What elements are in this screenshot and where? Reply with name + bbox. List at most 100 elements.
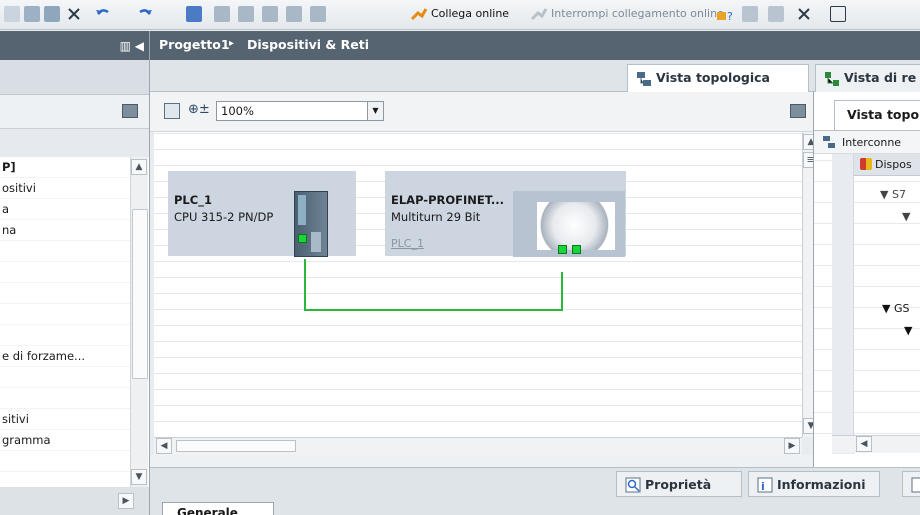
- project-tree-scrollbar[interactable]: ▲ ▼: [130, 157, 148, 487]
- module-icon[interactable]: [310, 6, 326, 22]
- canvas-toolbar: ⊕± 100% ▼: [150, 92, 813, 132]
- tab-topology-view[interactable]: Vista topologica: [627, 64, 809, 92]
- tree-node-label: S7: [891, 188, 906, 201]
- project-tree-item[interactable]: [0, 388, 130, 409]
- project-tree-item[interactable]: e di forzame...: [0, 346, 130, 367]
- device-column-icon: [860, 158, 872, 170]
- svg-text:?: ?: [727, 10, 733, 22]
- tree-node[interactable]: ▼: [904, 324, 912, 337]
- copy-icon[interactable]: [24, 6, 40, 22]
- project-tree-item[interactable]: sitivi: [0, 409, 130, 430]
- project-tree-subheader: [0, 129, 149, 157]
- go-offline-icon: [530, 6, 548, 22]
- tab-topology-overview[interactable]: Vista topo: [834, 100, 920, 130]
- project-tree-pane: ▥ ◀ P] ositivi a na e di forzame... sitivi gra…: [0, 31, 150, 515]
- scroll-thumb[interactable]: [176, 440, 296, 452]
- project-tree-item[interactable]: gramma: [0, 430, 130, 451]
- tab-info[interactable]: i Informazioni: [748, 471, 880, 497]
- tree-node[interactable]: ▼: [902, 210, 910, 223]
- overview-column-header[interactable]: Dispos: [854, 154, 920, 176]
- info-icon: i: [757, 477, 773, 496]
- expand-details-button[interactable]: ▶: [118, 493, 134, 509]
- project-tree-footer: ▶: [0, 487, 149, 515]
- breadcrumb-separator: ▸: [229, 38, 235, 49]
- paste-icon[interactable]: [44, 6, 60, 22]
- simulation-icon[interactable]: [262, 6, 278, 22]
- redo-icon[interactable]: [136, 6, 152, 22]
- new-project-icon[interactable]: [122, 104, 138, 118]
- download-icon[interactable]: [214, 6, 230, 22]
- project-tree-item[interactable]: [0, 367, 130, 388]
- tab-diagnostics[interactable]: [902, 471, 920, 497]
- inspector-window: Proprietà i Informazioni Generale: [150, 467, 920, 515]
- go-online-button[interactable]: Collega online: [431, 7, 509, 20]
- scroll-down-button[interactable]: ▼: [131, 469, 147, 485]
- cross-reference-icon[interactable]: [742, 6, 758, 22]
- tab-properties-label: Proprietà: [645, 477, 712, 492]
- topology-icon: [822, 135, 836, 149]
- undo-icon[interactable]: [94, 6, 110, 22]
- collapse-pane-icon[interactable]: ▥ ◀: [120, 39, 144, 53]
- tree-node[interactable]: ▼ GS: [882, 302, 909, 315]
- accessible-devices-icon[interactable]: ?: [716, 6, 733, 23]
- scroll-left-button[interactable]: ◀: [156, 438, 172, 454]
- zoom-value: 100%: [221, 104, 254, 118]
- go-online-icon[interactable]: [410, 6, 428, 22]
- tab-info-label: Informazioni: [777, 477, 866, 492]
- scroll-right-button[interactable]: ▶: [784, 438, 800, 454]
- project-tree-header: ▥ ◀: [0, 31, 149, 60]
- close-editor-icon[interactable]: [796, 6, 812, 22]
- tree-node[interactable]: ▼ S7: [880, 188, 906, 201]
- zoom-select[interactable]: 100% ▼: [216, 101, 384, 121]
- chevron-down-icon[interactable]: ▼: [367, 102, 383, 120]
- topology-canvas[interactable]: PLC_1 CPU 315-2 PN/DP ELAP-PROFINET... M…: [154, 132, 802, 437]
- breadcrumb-page[interactable]: Dispositivi & Reti: [247, 37, 369, 52]
- project-tree-item[interactable]: [0, 283, 130, 304]
- overview-pane: Vista topo Interconne Dispos ▼ S7 ▼ ▼ GS…: [813, 92, 920, 467]
- upload-icon[interactable]: [238, 6, 254, 22]
- main-toolbar: Collega online Interrompi collegamento o…: [0, 0, 920, 30]
- project-tree-item[interactable]: [0, 262, 130, 283]
- svg-text:i: i: [761, 480, 765, 493]
- grid-icon[interactable]: [164, 103, 180, 119]
- tab-network-view[interactable]: Vista di re: [815, 64, 920, 92]
- properties-icon: [625, 477, 641, 496]
- zoom-icon[interactable]: ⊕±: [188, 102, 210, 117]
- project-tree-item[interactable]: [0, 304, 130, 325]
- monitor-icon[interactable]: [286, 6, 302, 22]
- tab-properties[interactable]: Proprietà: [616, 471, 742, 497]
- project-tree-item[interactable]: a: [0, 199, 130, 220]
- overview-toolbar: Interconne: [814, 130, 920, 154]
- scroll-up-button[interactable]: ▲: [131, 159, 147, 175]
- project-tree-toolbar: [0, 95, 149, 129]
- project-tree-item[interactable]: ositivi: [0, 178, 130, 199]
- overview-row-headers: [832, 154, 854, 454]
- interconnect-label[interactable]: Interconne: [842, 136, 901, 149]
- project-tree-item[interactable]: [0, 451, 130, 472]
- breadcrumb-project[interactable]: Progetto1: [159, 37, 230, 52]
- window-icon[interactable]: [830, 6, 846, 22]
- tab-network-label: Vista di re: [844, 70, 917, 85]
- split-view-icon[interactable]: [768, 6, 784, 22]
- delete-icon[interactable]: [66, 6, 82, 22]
- overview-toggle-icon[interactable]: [790, 104, 806, 118]
- view-tabstrip: Vista topologica Vista di re: [150, 60, 920, 92]
- cut-icon[interactable]: [4, 6, 20, 22]
- breadcrumb: Progetto1 ▸ Dispositivi & Reti: [150, 31, 920, 60]
- scroll-left-button[interactable]: ◀: [856, 436, 872, 452]
- canvas-footer: [150, 455, 813, 467]
- device-column-label: Dispos: [875, 158, 912, 171]
- scroll-thumb[interactable]: [132, 209, 148, 379]
- project-tree-item[interactable]: P]: [0, 157, 130, 178]
- tab-general[interactable]: Generale: [162, 502, 274, 515]
- overview-horizontal-scrollbar[interactable]: ◀: [832, 435, 920, 453]
- project-tree-item[interactable]: [0, 325, 130, 346]
- compile-icon[interactable]: [186, 6, 202, 22]
- tree-node-label: GS: [893, 302, 910, 315]
- project-tree-item[interactable]: [0, 241, 130, 262]
- project-tree-item[interactable]: na: [0, 220, 130, 241]
- go-offline-button[interactable]: Interrompi collegamento online: [551, 7, 724, 20]
- diagnostics-icon: [911, 477, 920, 496]
- profinet-connection[interactable]: [154, 132, 802, 437]
- canvas-horizontal-scrollbar[interactable]: ◀ ▶: [154, 437, 802, 455]
